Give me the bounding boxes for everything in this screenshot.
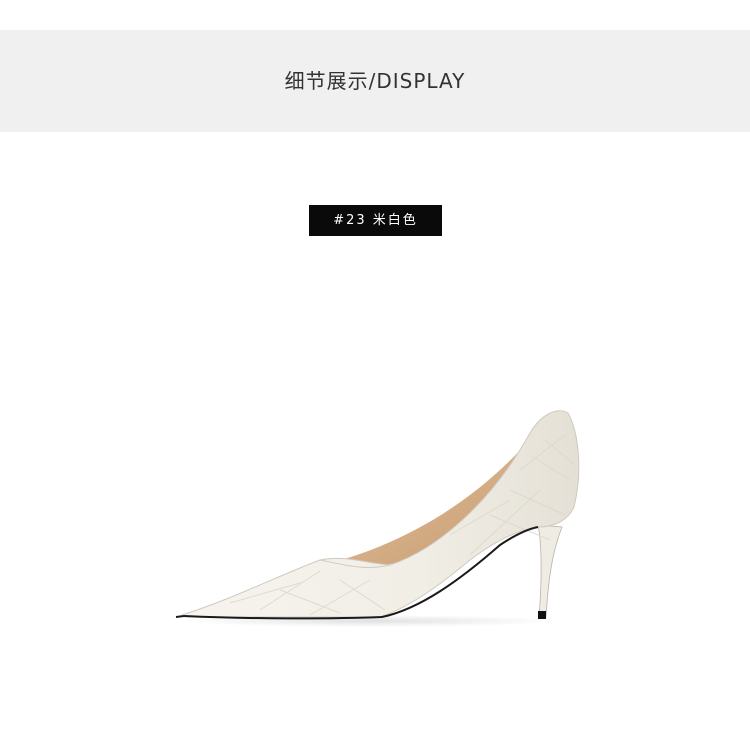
header-band: 细节展示/DISPLAY: [0, 30, 750, 132]
shoe-product-image: [175, 410, 580, 627]
color-variant-tag: #23 米白色: [309, 205, 442, 236]
section-title: 细节展示/DISPLAY: [284, 69, 466, 93]
